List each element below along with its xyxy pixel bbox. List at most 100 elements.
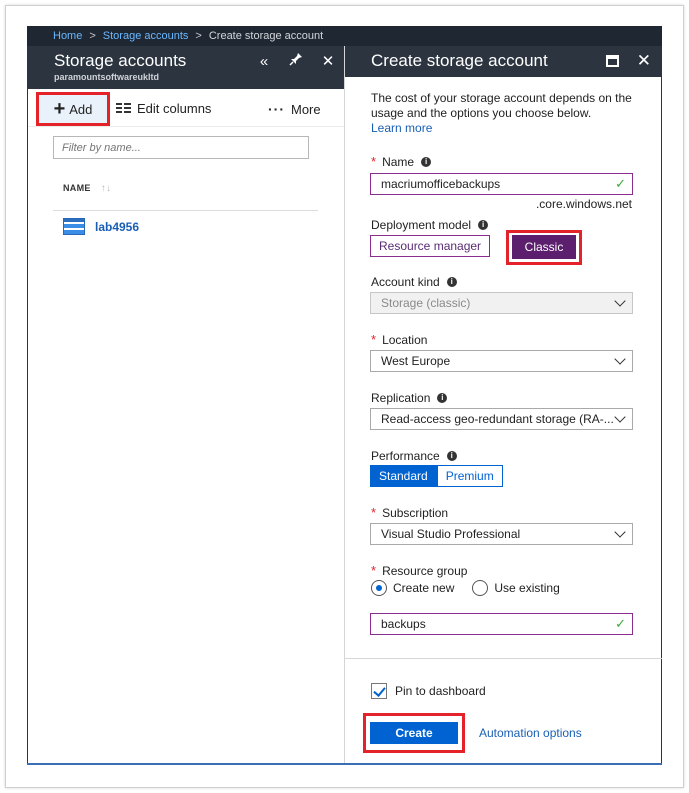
name-label: * Name i [371, 154, 432, 169]
info-icon[interactable]: i [478, 220, 489, 230]
create-new-radio[interactable] [371, 580, 387, 596]
subscription-value: Visual Studio Professional [381, 527, 521, 541]
name-column-header[interactable]: NAME ↑↓ [63, 183, 111, 194]
performance-label: Performance i [371, 449, 457, 463]
blade-header: Create storage account ✕ [345, 46, 661, 77]
chevron-down-icon [614, 411, 626, 423]
toolbar: + Add Edit columns ··· More [28, 89, 344, 127]
deployment-model-label-text: Deployment model [371, 218, 472, 232]
check-icon: ✓ [615, 176, 626, 191]
breadcrumb-home[interactable]: Home [53, 30, 82, 42]
location-value: West Europe [381, 354, 451, 368]
info-icon[interactable]: i [446, 277, 457, 287]
account-kind-select: Storage (classic) [370, 292, 633, 314]
domain-suffix: .core.windows.net [535, 197, 632, 211]
required-marker: * [371, 154, 377, 169]
use-existing-label: Use existing [494, 581, 560, 595]
info-icon[interactable]: i [446, 451, 457, 461]
edit-columns-label: Edit columns [137, 101, 212, 116]
resource-group-label: * Resource group [371, 563, 467, 578]
name-column-label: NAME [63, 183, 91, 193]
deployment-model-label: Deployment model i [371, 218, 489, 232]
storage-accounts-blade: Storage accounts paramountsoftwareukltd … [27, 46, 344, 764]
subscription-label: * Subscription [371, 505, 448, 520]
required-marker: * [371, 505, 377, 520]
more-dots-icon: ··· [268, 101, 285, 117]
standard-option[interactable]: Standard [370, 465, 437, 487]
breadcrumb-current: Create storage account [208, 30, 324, 42]
location-label-text: Location [382, 332, 428, 347]
resource-manager-option[interactable]: Resource manager [370, 235, 491, 257]
bottom-scroll-strip [27, 763, 662, 765]
blade-subtitle: paramountsoftwareukltd [54, 72, 160, 82]
account-kind-label-text: Account kind [371, 275, 440, 289]
replication-select[interactable]: Read-access geo-redundant storage (RA-..… [370, 408, 633, 430]
replication-label-text: Replication [371, 391, 431, 405]
create-highlight: Create [363, 713, 465, 753]
more-label: More [291, 101, 321, 117]
description-text: The cost of your storage account depends… [371, 91, 632, 120]
resource-group-input[interactable]: backups ✓ [370, 613, 633, 635]
storage-account-name[interactable]: lab4956 [95, 220, 139, 234]
close-icon[interactable]: ✕ [320, 52, 336, 70]
deployment-model-toggle: Resource manager Classic [370, 230, 582, 265]
edit-columns-button[interactable]: Edit columns [116, 101, 211, 116]
pin-icon[interactable] [288, 52, 304, 70]
pin-to-dashboard[interactable]: Pin to dashboard [371, 683, 486, 699]
chevron-down-icon [614, 295, 626, 307]
learn-more-link[interactable]: Learn more [371, 121, 635, 136]
performance-toggle: Standard Premium [370, 465, 503, 487]
cost-description: The cost of your storage account depends… [371, 91, 635, 136]
table-row[interactable]: lab4956 [63, 218, 139, 235]
replication-label: Replication i [371, 391, 448, 405]
breadcrumb: Home > Storage accounts > Create storage… [27, 26, 662, 46]
replication-value: Read-access geo-redundant storage (RA-..… [381, 412, 614, 426]
breadcrumb-separator: > [195, 30, 202, 42]
create-button[interactable]: Create [370, 722, 458, 744]
breadcrumb-separator: > [89, 30, 96, 42]
storage-account-icon [63, 218, 85, 235]
header-divider [53, 210, 318, 211]
account-kind-label: Account kind i [371, 275, 457, 289]
sort-icon: ↑↓ [100, 183, 112, 194]
location-select[interactable]: West Europe [370, 350, 633, 372]
plus-icon: + [53, 98, 66, 120]
add-button[interactable]: + Add [36, 92, 110, 126]
info-icon[interactable]: i [437, 393, 448, 403]
classic-option[interactable]: Classic [512, 235, 576, 259]
footer-divider [345, 658, 662, 659]
required-marker: * [371, 332, 377, 347]
blade-header: Storage accounts paramountsoftwareukltd … [28, 46, 344, 89]
collapse-icon[interactable]: « [256, 53, 272, 70]
add-label: Add [69, 101, 93, 117]
name-input[interactable]: macriumofficebackups ✓ [370, 173, 633, 195]
account-kind-value: Storage (classic) [381, 296, 471, 310]
create-new-label: Create new [393, 581, 455, 595]
name-value: macriumofficebackups [381, 177, 501, 191]
chevron-down-icon [614, 353, 626, 365]
resource-group-options: Create new Use existing [371, 580, 560, 596]
resource-group-label-text: Resource group [382, 563, 468, 578]
chevron-down-icon [614, 526, 626, 538]
pin-checkbox[interactable] [371, 683, 387, 699]
subscription-label-text: Subscription [382, 505, 449, 520]
blade-title: Create storage account [371, 51, 548, 70]
breadcrumb-storage-accounts[interactable]: Storage accounts [103, 30, 189, 42]
more-button[interactable]: ··· More [268, 101, 321, 117]
required-marker: * [371, 563, 377, 578]
close-icon[interactable]: ✕ [637, 52, 651, 70]
create-storage-account-blade: Create storage account ✕ The cost of you… [344, 46, 662, 764]
pin-label: Pin to dashboard [395, 684, 486, 698]
columns-icon [116, 103, 131, 114]
premium-option[interactable]: Premium [436, 465, 503, 487]
automation-options-link[interactable]: Automation options [479, 726, 582, 740]
use-existing-radio[interactable] [472, 580, 489, 596]
info-icon[interactable]: i [421, 156, 432, 167]
resource-group-value: backups [381, 617, 426, 631]
maximize-icon[interactable] [605, 55, 619, 67]
classic-highlight: Classic [506, 230, 582, 265]
filter-input[interactable] [53, 136, 309, 159]
subscription-select[interactable]: Visual Studio Professional [370, 523, 633, 545]
name-label-text: Name [382, 154, 415, 169]
performance-label-text: Performance [371, 449, 440, 463]
